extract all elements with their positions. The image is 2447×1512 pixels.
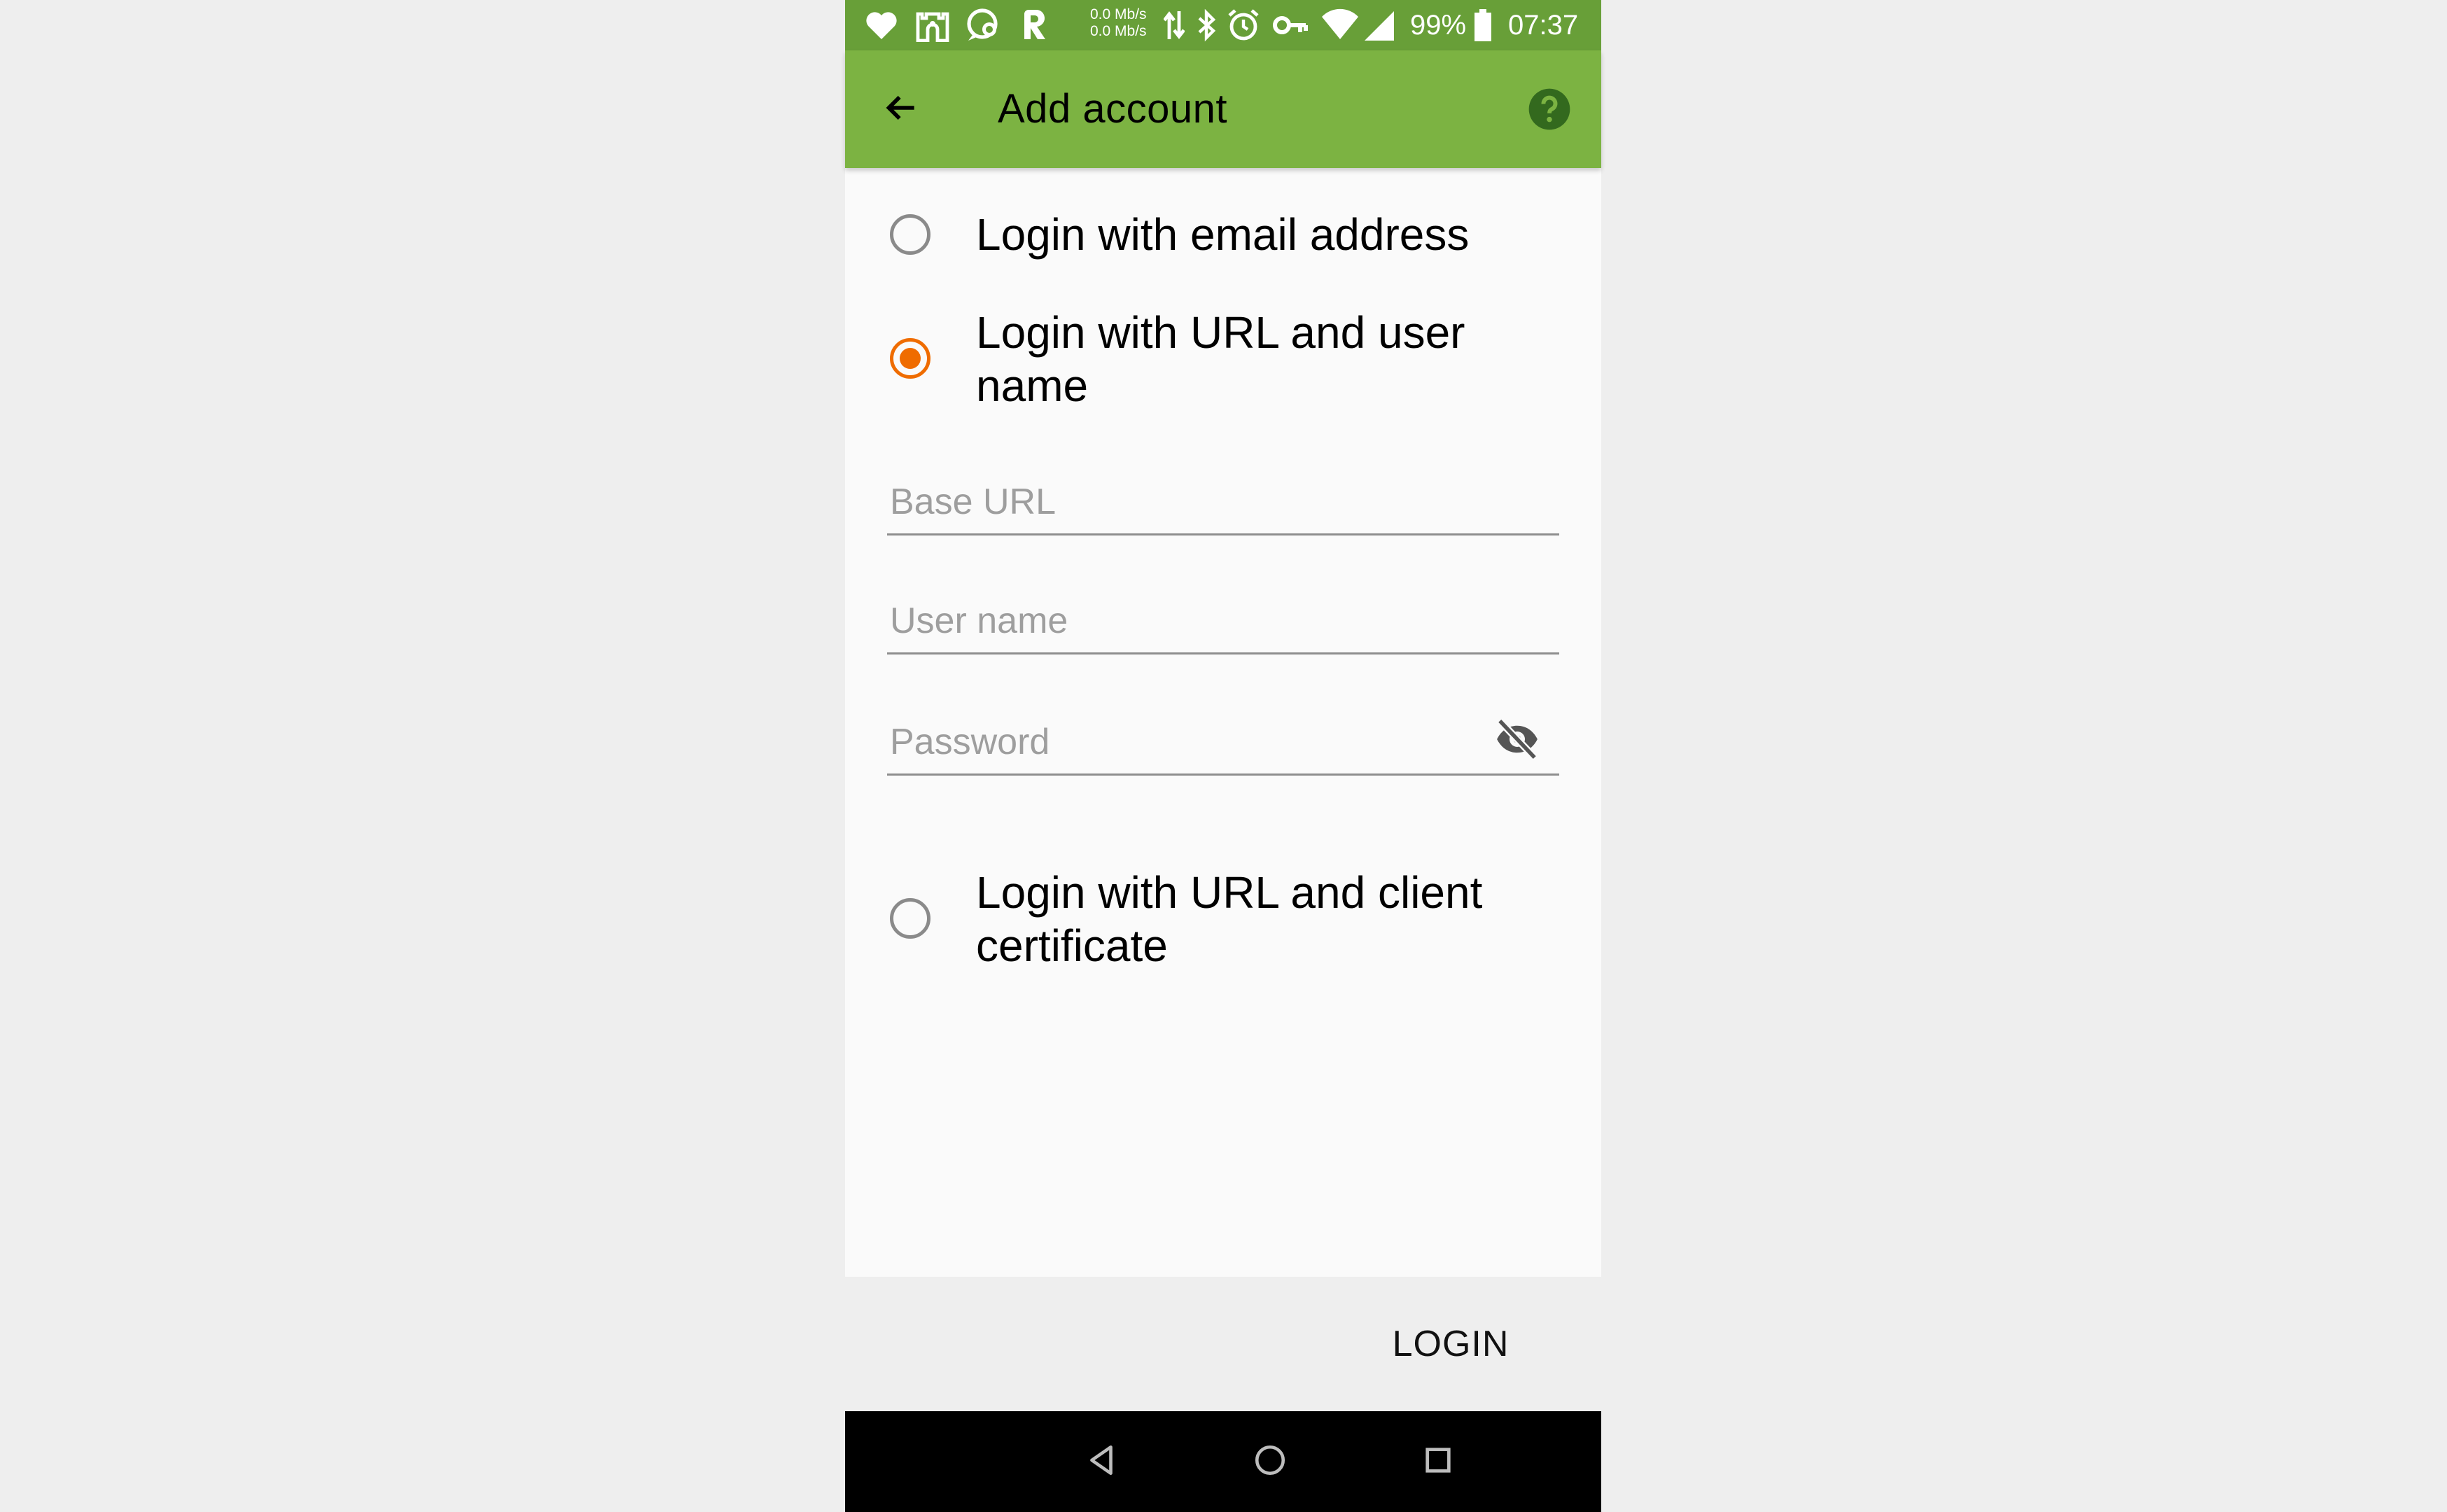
vpn-key-icon	[1272, 8, 1309, 46]
arrow-back-icon	[881, 88, 921, 131]
option-url-certificate-label: Login with URL and client certificate	[976, 867, 1483, 971]
option-url-username-label: Login with URL and user name	[976, 307, 1465, 411]
wifi-icon	[1321, 8, 1359, 46]
nav-home-icon	[1253, 1443, 1288, 1481]
login-form-card: Login with email address Login with URL …	[845, 168, 1601, 1277]
navigation-bar	[845, 1411, 1601, 1512]
signal-icon	[1363, 8, 1395, 46]
r-app-icon	[1020, 8, 1050, 44]
help-button[interactable]	[1524, 85, 1575, 136]
user-name-input[interactable]	[887, 600, 1559, 642]
radio-email-login[interactable]	[890, 214, 930, 255]
nav-recents-button[interactable]	[1410, 1434, 1466, 1490]
battery-icon	[1473, 8, 1493, 46]
page-title: Add account	[998, 86, 1227, 132]
alarm-icon	[1227, 8, 1260, 46]
chat-bubble-icon	[965, 8, 1002, 46]
base-url-input[interactable]	[887, 481, 1559, 523]
option-email-login-label: Login with email address	[976, 209, 1470, 260]
clock: 07:37	[1508, 10, 1579, 41]
castle-icon	[915, 8, 950, 46]
user-name-field[interactable]	[887, 570, 1559, 654]
bluetooth-icon	[1197, 8, 1218, 46]
radio-url-certificate-login[interactable]	[890, 898, 930, 939]
nav-back-button[interactable]	[1074, 1434, 1130, 1490]
option-url-certificate-login[interactable]: Login with URL and client certificate	[845, 859, 1601, 978]
data-arrows-icon	[1163, 8, 1185, 46]
status-bar: 0.0 Mb/s 0.0 Mb/s 99% 07:37	[845, 0, 1601, 50]
option-url-username-login[interactable]: Login with URL and user name	[845, 299, 1601, 418]
radio-url-username-login[interactable]	[890, 338, 930, 379]
nav-back-icon	[1085, 1443, 1120, 1481]
battery-percent: 99%	[1410, 10, 1467, 41]
visibility-off-icon	[1494, 716, 1540, 766]
base-url-underline	[887, 533, 1559, 536]
toggle-password-visibility-button[interactable]	[1489, 713, 1545, 769]
app-toolbar: Add account	[845, 50, 1601, 168]
heart-icon	[865, 10, 898, 44]
user-name-underline	[887, 652, 1559, 654]
help-circle-icon	[1527, 87, 1572, 135]
nav-recents-icon	[1422, 1444, 1454, 1480]
login-button[interactable]: LOGIN	[1342, 1302, 1559, 1386]
password-underline	[887, 774, 1559, 776]
base-url-field[interactable]	[887, 451, 1559, 536]
back-button[interactable]	[873, 81, 929, 137]
net-speed-up: 0.0 Mb/s	[1090, 6, 1147, 22]
option-email-login[interactable]: Login with email address	[845, 200, 1601, 270]
password-input[interactable]	[887, 721, 1482, 763]
phone-screen: 0.0 Mb/s 0.0 Mb/s 99% 07:37 Add account …	[845, 0, 1601, 1512]
net-speed-down: 0.0 Mb/s	[1090, 23, 1147, 39]
password-field[interactable]	[887, 692, 1559, 776]
nav-home-button[interactable]	[1242, 1434, 1298, 1490]
